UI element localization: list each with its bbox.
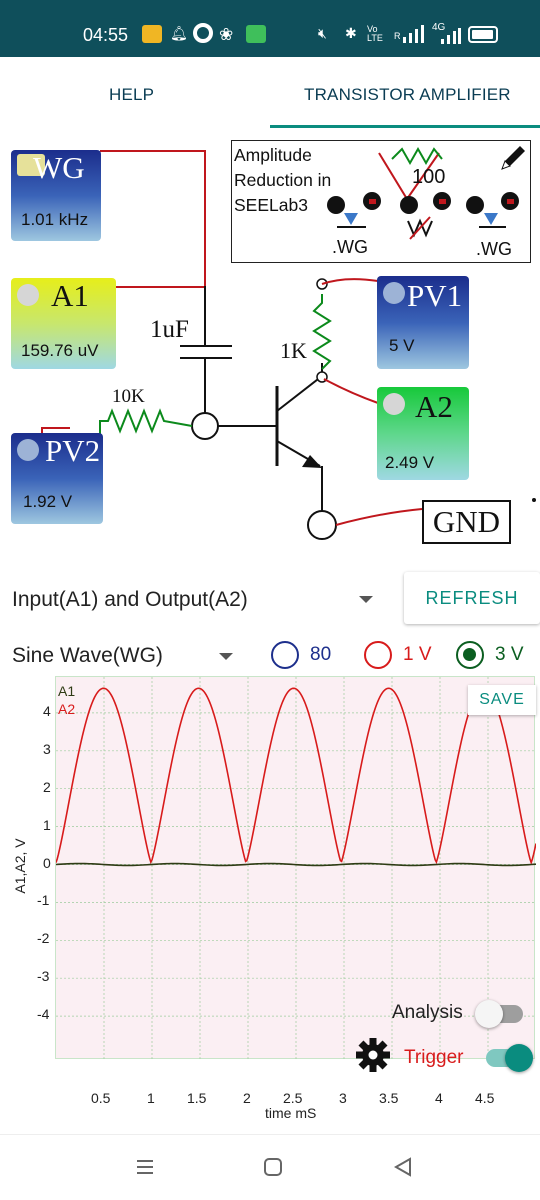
analysis-toggle[interactable]: [475, 1000, 523, 1028]
x-tick-label: 1: [147, 1090, 155, 1106]
trigger-toggle[interactable]: [486, 1044, 533, 1072]
recent-apps-icon[interactable]: [135, 1157, 155, 1177]
power-source-icon-2: [17, 439, 39, 461]
info-left-wg-label: .WG: [332, 237, 368, 257]
analysis-label: Analysis: [392, 1002, 463, 1023]
save-button[interactable]: SAVE: [468, 685, 536, 715]
legend-a2: A2: [58, 701, 76, 717]
signal-icon: [403, 25, 424, 43]
pv2-value: 1.92 V: [23, 492, 73, 511]
oscilloscope-plot: A1 A2 A1,A2, V time mS SAVE Analysis Tri…: [0, 674, 540, 1134]
info-right-wg-label: .WG: [476, 239, 512, 259]
amplitude-radio-1v-label: 1 V: [403, 644, 432, 665]
status-bar: 04:55 🔔︎ ❀ 🔇︎ ✱ Vo LTE R 4G: [0, 0, 540, 57]
power-source-icon: [383, 282, 405, 304]
y-tick-label: -3: [37, 968, 50, 985]
circuit-schematic: WG 1.01 kHz A1 159.76 uV PV1 5 V A2 2.49…: [0, 131, 540, 571]
y-tick-label: 0: [43, 854, 51, 871]
tab-help[interactable]: HELP: [109, 85, 154, 105]
x-tick-label: 1.5: [187, 1090, 207, 1106]
pv1-name: PV1: [407, 278, 463, 313]
pv1-card[interactable]: PV1 5 V: [377, 276, 469, 369]
x-tick-label: 3.5: [379, 1090, 399, 1106]
y-tick-label: -1: [37, 892, 50, 909]
plot-area[interactable]: [55, 676, 536, 1060]
app-notification-icon: [142, 25, 162, 43]
a1-value: 159.76 uV: [21, 341, 99, 360]
waveform-select[interactable]: Sine Wave(WG): [12, 644, 163, 668]
amplitude-info-box: Amplitude Reduction in SEELab3 100 .WG .…: [231, 140, 531, 263]
tab-bar: HELP TRANSISTOR AMPLIFIER: [0, 57, 540, 131]
bluetooth-icon: ✱: [345, 25, 357, 41]
navigation-bar: [0, 1134, 540, 1200]
signal-icon-2: [441, 28, 461, 44]
pv1-value: 5 V: [389, 336, 415, 355]
x-tick-label: 2.5: [283, 1090, 303, 1106]
analysis-toggle-knob: [475, 1000, 503, 1028]
wg-name: WG: [33, 150, 85, 185]
plot-svg: [56, 677, 536, 1060]
capacitor-label: 1uF: [150, 316, 189, 343]
gear-icon[interactable]: [355, 1037, 391, 1073]
x-axis-label: time mS: [265, 1105, 317, 1121]
amplitude-radio-80-label: 80: [310, 644, 332, 665]
ground-box: GND: [422, 500, 511, 544]
refresh-button[interactable]: REFRESH: [404, 572, 540, 624]
x-tick-label: 4.5: [475, 1090, 495, 1106]
battery-icon: [468, 26, 498, 43]
app-root: 04:55 🔔︎ ❀ 🔇︎ ✱ Vo LTE R 4G HELP TRANSIS…: [0, 0, 540, 1200]
voltmeter-icon: [17, 284, 39, 306]
bell-icon: 🔔︎: [170, 25, 188, 41]
plot-select-dropdown-icon[interactable]: [359, 596, 373, 603]
pv2-name: PV2: [45, 433, 101, 468]
collector-resistor-label: 1K: [280, 338, 307, 363]
mute-icon: 🔇︎: [318, 25, 327, 41]
circle-icon: [193, 23, 213, 43]
volte-label: Vo LTE: [367, 24, 383, 43]
message-icon: [246, 25, 266, 43]
a2-value: 2.49 V: [385, 453, 435, 472]
tab-transistor-amplifier[interactable]: TRANSISTOR AMPLIFIER: [304, 85, 511, 105]
x-tick-label: 2: [243, 1090, 251, 1106]
wg-value: 1.01 kHz: [21, 210, 89, 229]
pinwheel-icon: ❀: [219, 25, 234, 44]
back-icon[interactable]: [393, 1157, 413, 1177]
base-resistor-label: 10K: [112, 386, 145, 407]
x-tick-label: 0.5: [91, 1090, 111, 1106]
amplitude-radio-1v[interactable]: [364, 641, 392, 669]
x-tick-label: 4: [435, 1090, 443, 1106]
wg-card[interactable]: WG 1.01 kHz: [11, 150, 101, 241]
radio-selected-dot: [463, 648, 476, 661]
voltmeter-icon-2: [383, 393, 405, 415]
a1-card[interactable]: A1 159.76 uV: [11, 278, 116, 369]
y-tick-label: 3: [43, 740, 51, 757]
pv2-card[interactable]: PV2 1.92 V: [11, 433, 103, 524]
y-tick-label: -2: [37, 930, 50, 947]
a2-name: A2: [415, 389, 453, 424]
y-axis-label: A1,A2, V: [12, 838, 28, 894]
pencil-icon[interactable]: [498, 143, 528, 173]
dot-marker: [532, 498, 536, 502]
plot-select[interactable]: Input(A1) and Output(A2): [12, 588, 248, 612]
y-tick-label: 1: [43, 816, 51, 833]
y-tick-label: 2: [43, 778, 51, 795]
amplitude-radio-3v-label: 3 V: [495, 644, 524, 665]
a1-name: A1: [51, 278, 89, 313]
active-tab-indicator: [270, 125, 540, 128]
amplitude-radio-80[interactable]: [271, 641, 299, 669]
status-time: 04:55: [83, 25, 129, 45]
trigger-label: Trigger: [404, 1047, 464, 1068]
plot-select-row: Input(A1) and Output(A2) REFRESH: [0, 572, 540, 628]
signal-r-label: R: [394, 31, 401, 41]
legend-a1: A1: [58, 683, 76, 699]
amplitude-radio-3v[interactable]: [456, 641, 484, 669]
trigger-toggle-knob: [505, 1044, 533, 1072]
y-tick-label: -4: [37, 1006, 50, 1023]
home-icon[interactable]: [263, 1157, 283, 1177]
info-resistor-value: 100: [412, 166, 446, 188]
a2-card[interactable]: A2 2.49 V: [377, 387, 469, 480]
y-tick-label: 4: [43, 702, 51, 719]
waveform-select-dropdown-icon[interactable]: [219, 653, 233, 660]
x-tick-label: 3: [339, 1090, 347, 1106]
